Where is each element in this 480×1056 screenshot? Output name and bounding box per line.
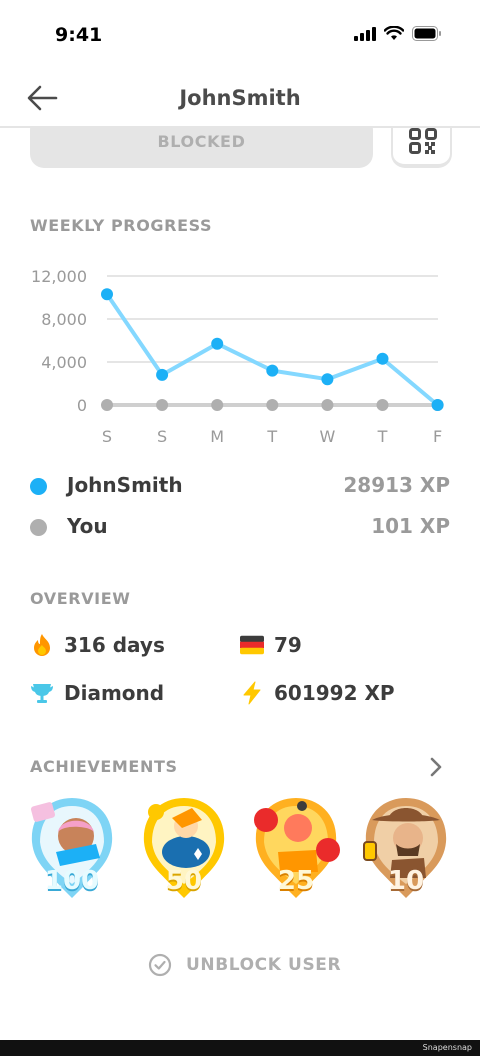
bottom-bar: Snapensnap xyxy=(0,1040,480,1056)
total-xp-stat: 601992 XP xyxy=(240,678,395,708)
series-line-johnsmith xyxy=(105,292,440,407)
streak-stat: 316 days xyxy=(30,630,165,660)
y-tick-label: 8,000 xyxy=(41,310,87,329)
data-point-you xyxy=(211,399,224,411)
x-tick-label: S xyxy=(157,427,167,446)
data-point-johnsmith xyxy=(266,364,279,377)
language-stat: 79 xyxy=(240,630,302,660)
signal-icon xyxy=(354,26,376,41)
qr-code-icon xyxy=(409,128,437,154)
check-circle-icon xyxy=(148,953,172,977)
status-icons xyxy=(354,26,442,41)
x-tick-label: M xyxy=(210,427,224,446)
legend-name-you: You xyxy=(67,514,108,538)
data-point-johnsmith xyxy=(431,399,444,411)
data-point-johnsmith xyxy=(211,337,224,350)
y-tick-label: 0 xyxy=(77,396,87,415)
data-point-johnsmith xyxy=(101,288,113,301)
badge-level-4: 10 xyxy=(387,866,425,896)
battery-icon xyxy=(412,26,441,41)
achievement-badge-1[interactable]: 100 xyxy=(24,792,120,900)
lightning-icon xyxy=(240,681,264,705)
data-point-you xyxy=(266,399,279,411)
streak-value: 316 days xyxy=(64,633,165,657)
language-count-value: 79 xyxy=(274,633,302,657)
league-value: Diamond xyxy=(64,681,165,705)
data-point-you xyxy=(376,399,389,411)
german-flag-icon xyxy=(240,633,264,657)
weekly-progress-chart: 12,0008,0004,0000S S M T W T F xyxy=(31,267,444,446)
wifi-icon xyxy=(384,26,404,40)
legend-xp-johnsmith: 28913 XP xyxy=(343,473,450,497)
legend-dot-johnsmith xyxy=(30,478,47,495)
achievement-badge-2[interactable]: 50 xyxy=(136,792,232,900)
data-point-you xyxy=(101,399,113,411)
data-point-johnsmith xyxy=(376,352,389,365)
diamond-trophy-icon xyxy=(30,681,54,705)
status-bar: 9:41 xyxy=(0,0,480,70)
watermark: Snapensnap xyxy=(422,1043,472,1052)
flame-icon xyxy=(30,633,54,657)
y-tick-label: 12,000 xyxy=(31,267,87,286)
legend-row-you: You 101 XP xyxy=(30,511,450,541)
achievements-title: ACHIEVEMENTS xyxy=(30,757,178,776)
data-point-johnsmith xyxy=(321,373,334,386)
y-tick-label: 4,000 xyxy=(41,353,87,372)
unblock-user-button[interactable]: UNBLOCK USER xyxy=(148,950,341,980)
legend-xp-you: 101 XP xyxy=(371,514,450,538)
badge-level-1: 100 xyxy=(44,866,100,896)
status-time: 9:41 xyxy=(55,24,103,46)
league-stat: Diamond xyxy=(30,678,164,708)
badge-level-2: 50 xyxy=(165,866,203,896)
total-xp-value: 601992 XP xyxy=(274,681,395,705)
achievements-more-button[interactable] xyxy=(426,756,446,778)
data-point-you xyxy=(156,399,169,411)
overview-title: OVERVIEW xyxy=(30,589,131,608)
unblock-user-label: UNBLOCK USER xyxy=(186,955,342,975)
data-point-you xyxy=(321,399,334,411)
legend-name-johnsmith: JohnSmith xyxy=(67,473,183,497)
x-tick-label: T xyxy=(377,427,388,446)
badge-level-3: 25 xyxy=(277,866,315,896)
weekly-progress-title: WEEKLY PROGRESS xyxy=(30,216,213,235)
legend-row-johnsmith: JohnSmith 28913 XP xyxy=(30,470,450,500)
x-tick-label: F xyxy=(433,427,442,446)
page-title: JohnSmith xyxy=(179,86,301,110)
x-tick-label: W xyxy=(319,427,335,446)
x-tick-label: S xyxy=(102,427,112,446)
achievement-badge-4[interactable]: 10 xyxy=(358,792,454,900)
achievement-badge-3[interactable]: 25 xyxy=(248,792,344,900)
x-tick-label: T xyxy=(266,427,277,446)
chevron-right-icon xyxy=(430,757,442,777)
legend-dot-you xyxy=(30,519,47,536)
data-point-johnsmith xyxy=(156,368,169,381)
top-nav: JohnSmith xyxy=(0,70,480,128)
